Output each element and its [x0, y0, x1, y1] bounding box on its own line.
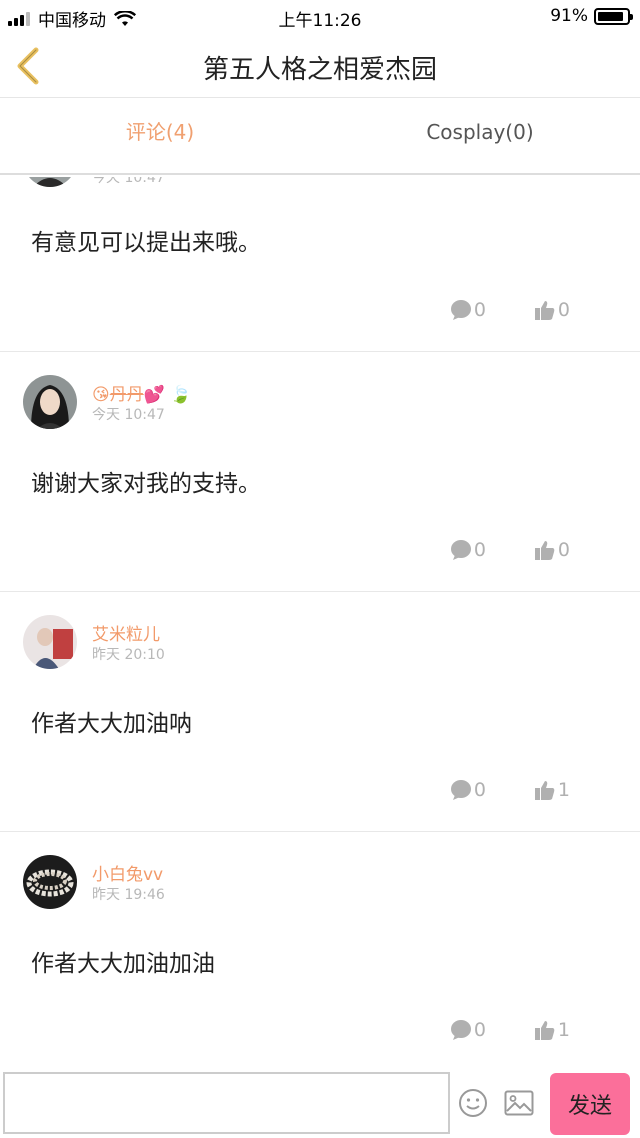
tab-cosplay[interactable]: Cosplay(0) — [320, 99, 640, 173]
comment-text: 有意见可以提出来哦。 — [31, 230, 261, 256]
nav-bar: 第五人格之相爱杰园 — [0, 34, 640, 98]
smiley-icon — [459, 1089, 487, 1117]
comment-text: 谢谢大家对我的支持。 — [31, 471, 261, 497]
reply-count: 0 — [473, 1019, 486, 1041]
reply-button[interactable]: 0 — [450, 779, 486, 801]
comment-time: 昨天 20:10 — [92, 647, 165, 663]
comment-input[interactable] — [3, 1072, 450, 1134]
comment-item: 艾米粒儿 昨天 20:10 作者大大加油呐 0 1 — [0, 592, 640, 832]
username[interactable]: 😘丹丹💕 🍃 — [92, 380, 191, 405]
comment-time: 今天 10:47 — [92, 177, 165, 186]
reply-count: 0 — [473, 779, 486, 801]
tab-comments[interactable]: 评论(4) — [0, 99, 320, 173]
like-count: 0 — [557, 539, 570, 561]
avatar[interactable] — [23, 375, 77, 429]
reply-button[interactable]: 0 — [450, 299, 486, 321]
thumbs-up-icon — [534, 301, 555, 320]
username[interactable]: 小白兔vv — [92, 860, 163, 885]
emoji-button[interactable] — [458, 1088, 488, 1122]
comment-item: 😘丹丹💕 🍃 今天 10:47 谢谢大家对我的支持。 0 0 — [0, 352, 640, 592]
reply-button[interactable]: 0 — [450, 539, 486, 561]
like-button[interactable]: 0 — [534, 539, 570, 561]
reply-count: 0 — [473, 299, 486, 321]
battery-icon — [594, 7, 633, 25]
thumbs-up-icon — [534, 781, 555, 800]
avatar[interactable] — [23, 855, 77, 909]
comment-actions: 0 0 — [402, 299, 570, 321]
image-button[interactable] — [504, 1090, 534, 1120]
leaf-emoji-icon: 🍃 — [170, 385, 192, 405]
comment-time: 昨天 19:46 — [92, 887, 165, 903]
hearts-emoji-icon: 💕 — [143, 385, 165, 405]
comment-item: 小白兔vv 昨天 19:46 作者大大加油加油 0 1 — [0, 832, 640, 1070]
battery-percent: 91% — [550, 6, 588, 26]
username[interactable]: 艾米粒儿 — [92, 620, 160, 645]
like-button[interactable]: 0 — [534, 299, 570, 321]
comment-item: 今天 10:47 有意见可以提出来哦。 0 0 — [0, 177, 640, 352]
speech-bubble-icon — [450, 1020, 471, 1040]
like-count: 0 — [557, 299, 570, 321]
comment-input-bar: 发送 — [0, 1070, 640, 1138]
reply-count: 0 — [473, 539, 486, 561]
avatar[interactable] — [23, 177, 77, 187]
comment-text: 作者大大加油呐 — [31, 711, 192, 737]
like-count: 1 — [557, 1019, 570, 1041]
like-button[interactable]: 1 — [534, 779, 570, 801]
thumbs-up-icon — [534, 541, 555, 560]
speech-bubble-icon — [450, 540, 471, 560]
status-right: 91% — [550, 6, 633, 26]
kiss-emoji-icon: 😘 — [92, 385, 110, 405]
comment-actions: 0 1 — [402, 1019, 570, 1041]
speech-bubble-icon — [450, 780, 471, 800]
page-title: 第五人格之相爱杰园 — [202, 55, 437, 85]
comment-text: 作者大大加油加油 — [31, 951, 215, 977]
avatar[interactable] — [23, 615, 77, 669]
like-count: 1 — [557, 779, 570, 801]
send-button[interactable]: 发送 — [550, 1073, 630, 1135]
speech-bubble-icon — [450, 300, 471, 320]
comment-actions: 0 0 — [402, 539, 570, 561]
thumbs-up-icon — [534, 1021, 555, 1040]
status-time: 上午11:26 — [278, 11, 362, 31]
image-icon — [504, 1090, 534, 1116]
status-bar: 中国移动 上午11:26 91% — [0, 0, 640, 34]
comment-time: 今天 10:47 — [92, 407, 165, 423]
like-button[interactable]: 1 — [534, 1019, 570, 1041]
reply-button[interactable]: 0 — [450, 1019, 486, 1041]
comment-actions: 0 1 — [402, 779, 570, 801]
tab-bar: 评论(4) Cosplay(0) — [0, 99, 640, 175]
battery-level — [598, 11, 624, 21]
comment-list[interactable]: 今天 10:47 有意见可以提出来哦。 0 0 😘丹丹💕 🍃 今天 10:47 … — [0, 177, 640, 1070]
